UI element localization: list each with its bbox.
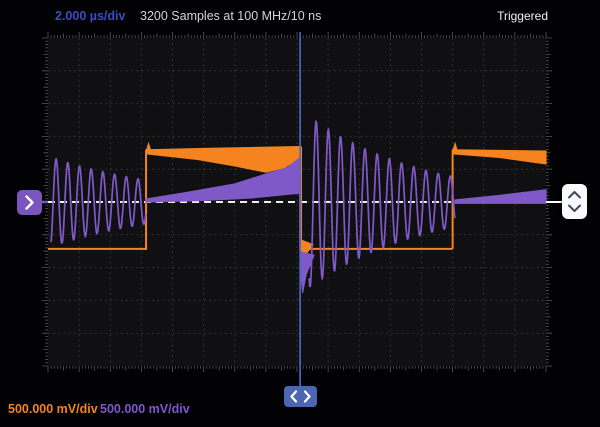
- trigger-level-handle[interactable]: [562, 184, 587, 219]
- chevron-up-icon: [569, 192, 580, 198]
- chevron-down-icon: [569, 206, 580, 212]
- channel2-scale-label: 500.000 mV/div: [100, 402, 190, 416]
- chevron-left-icon: [292, 392, 297, 402]
- channel2-offset-handle[interactable]: [17, 190, 42, 215]
- chevron-left-right-icon: [284, 386, 317, 407]
- chevron-right-icon: [305, 392, 310, 402]
- channel1-scale-label: 500.000 mV/div: [8, 402, 98, 416]
- trigger-position-handle[interactable]: [284, 386, 317, 407]
- scope-plot-area[interactable]: [0, 0, 600, 427]
- chevron-right-icon: [17, 190, 42, 215]
- oscilloscope-window: 2.000 µs/div 3200 Samples at 100 MHz/10 …: [0, 0, 600, 427]
- chevron-up-down-icon: [562, 184, 587, 219]
